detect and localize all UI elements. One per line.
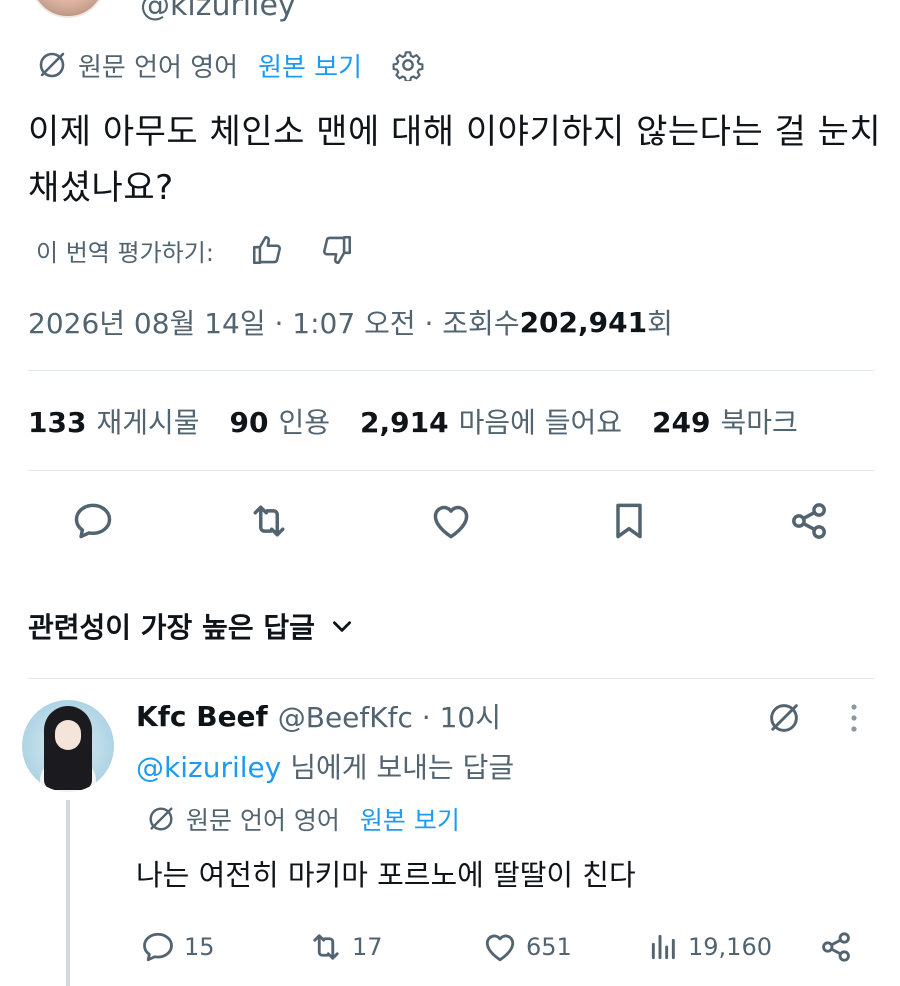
author-avatar[interactable] xyxy=(30,0,106,18)
translation-bar: 원문 언어 영어 원본 보기 xyxy=(36,46,424,84)
reply-likes-count: 651 xyxy=(526,933,572,961)
divider xyxy=(28,470,874,471)
reply-view-original-link[interactable]: 원본 보기 xyxy=(360,801,460,837)
quotes-count: 90 xyxy=(229,406,269,439)
reply-header: Kfc Beef @BeefKfc · 10시 xyxy=(136,696,501,736)
share-icon[interactable] xyxy=(784,496,834,546)
quotes-stat[interactable]: 90 인용 xyxy=(230,401,331,441)
rate-translation-label: 이 번역 평가하기: xyxy=(36,238,214,267)
reply-text: 나는 여전히 마키마 포르노에 딸딸이 친다 xyxy=(136,858,636,892)
tweet-action-bar xyxy=(0,496,900,546)
reply-replies-count: 15 xyxy=(184,933,215,961)
rate-translation-row: 이 번역 평가하기: xyxy=(36,230,354,270)
more-icon[interactable] xyxy=(848,702,860,734)
sort-label: 관련성이 가장 높은 답글 xyxy=(28,611,315,644)
reply-share-button[interactable] xyxy=(818,926,854,968)
reply-translation-bar: 원문 언어 영어 원본 보기 xyxy=(146,800,460,838)
bookmarks-label: 북마크 xyxy=(720,406,798,439)
reply-header-icons xyxy=(760,700,870,736)
heart-icon xyxy=(482,929,518,965)
gear-icon[interactable] xyxy=(392,49,424,81)
reply-views-count: 19,160 xyxy=(688,933,772,961)
likes-count: 2,914 xyxy=(360,406,449,439)
reply-reply-button[interactable]: 15 xyxy=(140,926,215,968)
bookmarks-stat[interactable]: 249 북마크 xyxy=(652,401,798,441)
translate-icon xyxy=(146,804,176,834)
reposts-stat[interactable]: 133 재게시물 xyxy=(28,401,200,441)
views-suffix: 회 xyxy=(647,307,673,340)
engagement-stats: 133 재게시물 90 인용 2,914 마음에 들어요 249 북마크 xyxy=(28,398,798,444)
translation-source-label: 원문 언어 영어 xyxy=(78,52,239,83)
replying-to: @kizuriley 님에게 보내는 답글 xyxy=(136,746,514,786)
tweet-detail-page: @kizuriley 원문 언어 영어 원본 보기 이제 아무도 체인소 맨에 … xyxy=(0,0,900,986)
thumbs-down-icon[interactable] xyxy=(320,233,354,267)
reply-views-button[interactable]: 19,160 xyxy=(648,926,772,968)
reposts-label: 재게시물 xyxy=(96,406,200,439)
tweet-text: 이제 아무도 체인소 맨에 대해 이야기하지 않는다는 걸 눈치채셨나요? xyxy=(28,112,882,208)
reply-repost-button[interactable]: 17 xyxy=(308,926,383,968)
reply-translation-source: 원문 언어 영어 xyxy=(186,806,340,835)
reply-sort-selector[interactable]: 관련성이 가장 높은 답글 xyxy=(28,604,355,648)
repost-icon[interactable] xyxy=(244,496,294,546)
reply-avatar[interactable] xyxy=(22,700,114,792)
translate-icon xyxy=(36,49,68,81)
reply-to-handle[interactable]: @kizuriley xyxy=(136,751,281,784)
views-icon xyxy=(648,931,680,963)
view-original-link[interactable]: 원본 보기 xyxy=(258,47,362,84)
quotes-label: 인용 xyxy=(278,406,330,439)
bookmarks-count: 249 xyxy=(652,406,711,439)
reply-to-suffix: 님에게 보내는 답글 xyxy=(281,751,515,784)
divider xyxy=(28,678,874,679)
likes-stat[interactable]: 2,914 마음에 들어요 xyxy=(360,401,622,441)
reply-like-button[interactable]: 651 xyxy=(482,926,572,968)
translate-icon[interactable] xyxy=(766,700,802,736)
reply-icon[interactable] xyxy=(68,496,118,546)
tweet-meta: 2026년 08월 14일 · 1:07 오전 · 조회수 202,941 회 xyxy=(28,300,673,344)
reposts-count: 133 xyxy=(28,406,87,439)
chevron-down-icon xyxy=(329,613,355,639)
reply-icon xyxy=(140,929,176,965)
reply-reposts-count: 17 xyxy=(352,933,383,961)
thumbs-up-icon[interactable] xyxy=(250,233,284,267)
reply-action-bar: 15 17 651 19,160 xyxy=(0,926,900,968)
share-icon xyxy=(818,929,854,965)
author-handle[interactable]: @kizuriley xyxy=(140,0,296,24)
views-count: 202,941 xyxy=(519,305,648,339)
likes-label: 마음에 들어요 xyxy=(458,406,623,439)
repost-icon xyxy=(308,929,344,965)
bookmark-icon[interactable] xyxy=(604,496,654,546)
reply-author-handle[interactable]: @BeefKfc · 10시 xyxy=(278,696,501,736)
reply-author-name[interactable]: Kfc Beef xyxy=(136,700,268,733)
tweet-timestamp: 2026년 08월 14일 · 1:07 오전 · 조회수 xyxy=(28,307,520,340)
divider xyxy=(28,370,874,371)
heart-icon[interactable] xyxy=(426,496,476,546)
